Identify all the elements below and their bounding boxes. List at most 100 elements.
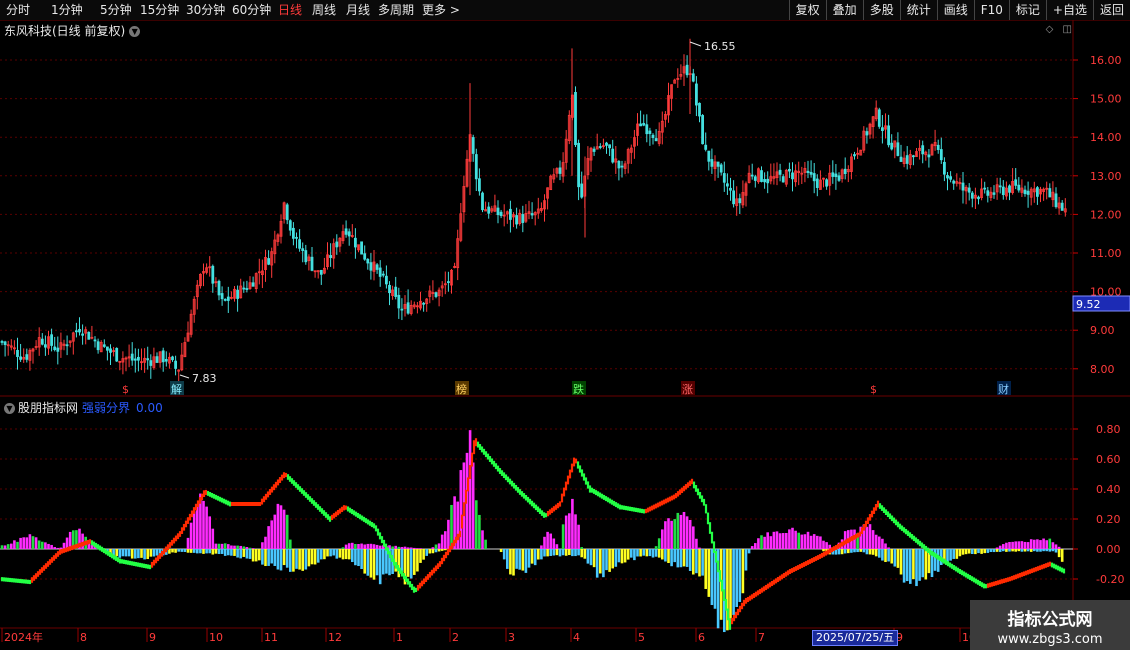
candle-up	[602, 138, 605, 149]
period-tab-monthly[interactable]: 月线	[346, 0, 370, 20]
candle-body	[977, 196, 980, 200]
indicator-bar-negative	[1036, 549, 1039, 552]
candle-down	[1001, 180, 1005, 200]
multi-stock-button[interactable]: 多股	[862, 0, 900, 20]
indicator-bar-positive	[34, 537, 38, 549]
draw-line-button[interactable]: 画线	[936, 0, 974, 20]
indicator-bar-negative	[626, 549, 630, 560]
indicator-bar-negative	[967, 549, 971, 554]
candle-body	[285, 204, 289, 221]
candle-body	[388, 284, 391, 294]
indicator-bar-negative	[99, 549, 103, 550]
candle-body	[887, 125, 890, 146]
candle-body	[319, 269, 323, 275]
candle-body	[233, 288, 236, 299]
indicator-bar-negative	[843, 549, 847, 554]
candle-body	[967, 187, 971, 193]
candle-body	[918, 147, 921, 151]
statistics-button[interactable]: 统计	[899, 0, 937, 20]
chevron-down-icon[interactable]: ▼	[129, 26, 141, 37]
period-tab-1min[interactable]: 1分钟	[51, 0, 83, 20]
indicator-bar-negative	[372, 549, 376, 580]
indicator-bar-negative	[515, 549, 518, 569]
candle-up	[431, 280, 435, 301]
period-tab-30min[interactable]: 30分钟	[186, 0, 225, 20]
indicator-bar-positive	[552, 538, 556, 549]
candle-down	[608, 144, 611, 156]
indicator-bar-positive	[874, 534, 878, 549]
period-tab-15min[interactable]: 15分钟	[140, 0, 179, 20]
candle-up	[543, 194, 546, 222]
period-tab-5min[interactable]: 5分钟	[100, 0, 132, 20]
period-tab-intraday[interactable]: 分时	[6, 0, 30, 20]
period-tab-multi[interactable]: 多周期	[378, 0, 414, 20]
candle-body	[533, 212, 537, 216]
candle-body	[605, 142, 608, 146]
candle-up	[1020, 179, 1024, 198]
indicator-bar-positive	[471, 462, 475, 549]
candle-body	[946, 175, 949, 179]
indicator-bar-negative	[645, 549, 649, 557]
indicator-bar-positive	[657, 538, 661, 549]
candle-up	[1063, 198, 1067, 217]
indicator-bar-negative	[341, 549, 345, 560]
candle-body	[394, 286, 398, 297]
candle-up	[800, 166, 804, 184]
indicator-bar-negative	[282, 549, 286, 566]
candle-body	[112, 350, 115, 352]
candle-up	[124, 356, 128, 372]
candle-body	[921, 145, 925, 155]
restore-window-icon[interactable]: ◫	[1063, 24, 1072, 35]
indicator-bar-positive	[1048, 538, 1052, 549]
period-tab-weekly[interactable]: 周线	[312, 0, 336, 20]
candle-down	[0, 339, 4, 346]
candle-body	[220, 293, 224, 300]
candle-body	[155, 356, 159, 363]
candle-down	[474, 148, 478, 191]
indicator-bar-negative	[924, 549, 928, 580]
indicator-bar-positive	[440, 534, 444, 549]
indicator-bar-positive	[878, 536, 881, 549]
overlay-button[interactable]: 叠加	[825, 0, 863, 20]
indicator-bar-negative	[394, 549, 397, 572]
candle-body	[96, 341, 100, 351]
candle-body	[502, 214, 506, 217]
period-tab-daily[interactable]: 日线	[278, 0, 302, 20]
candle-body	[574, 91, 577, 146]
period-tab-more[interactable]: 更多 >	[422, 0, 460, 20]
candle-body	[468, 134, 472, 162]
f10-button[interactable]: F10	[973, 0, 1009, 20]
back-button[interactable]: 返回	[1092, 0, 1130, 20]
indicator-bar-positive	[462, 462, 466, 549]
indicator-bar-positive	[549, 533, 552, 549]
period-tab-60min[interactable]: 60分钟	[232, 0, 271, 20]
candle-down	[949, 171, 952, 183]
candle-body	[567, 114, 571, 142]
candle-up	[62, 339, 66, 351]
candle-body	[422, 302, 426, 305]
stock-title[interactable]: 东风科技(日线 前复权) ▼	[4, 22, 141, 39]
candle-up	[459, 202, 463, 243]
indicator-bar-positive	[834, 547, 838, 549]
price-axis-labels: 16.00 15.00 14.00 13.00 12.00 11.00 10.00 9.00 8…	[1090, 54, 1122, 376]
indicator-bar-positive	[791, 527, 794, 549]
candle-up	[772, 163, 776, 185]
price-tick-label: 10.00	[1090, 286, 1122, 299]
candle-up	[31, 347, 35, 364]
candle-body	[425, 298, 429, 305]
mark-button[interactable]: 标记	[1008, 0, 1046, 20]
candle-down	[701, 114, 704, 145]
diamond-icon[interactable]: ◇	[1046, 24, 1054, 35]
stock-chart[interactable]: 16.0015.0014.0013.0012.0011.0010.009.008…	[0, 0, 1130, 650]
indicator-bar-positive	[245, 547, 249, 549]
candle-down	[710, 148, 714, 174]
adjust-button[interactable]: 复权	[788, 0, 826, 20]
event-marker-rise: 涨	[682, 383, 693, 396]
indicator-bar-negative	[199, 549, 202, 554]
add-watchlist-button[interactable]: +自选	[1045, 0, 1093, 20]
indicator-title[interactable]: ▼ 股朋指标网 强弱分界 0.00	[4, 399, 163, 416]
indicator-bar-positive	[239, 545, 242, 549]
candle-down	[223, 298, 227, 302]
chevron-down-icon[interactable]: ▼	[4, 403, 15, 414]
candle-body	[90, 336, 94, 339]
